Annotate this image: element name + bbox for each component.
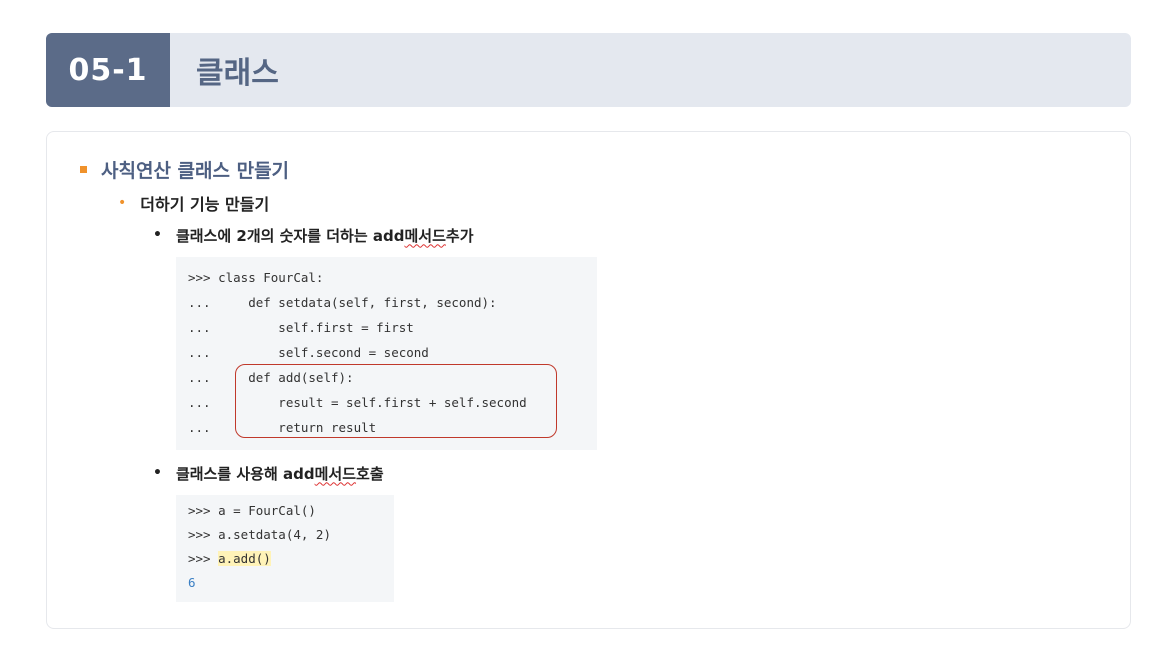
- outline-bullet-add-method: • 클래스에 2개의 숫자를 더하는 add 메서드 추가: [153, 224, 474, 246]
- bullet-text-suffix: 추가: [445, 226, 474, 245]
- highlight-box-add-method: [235, 364, 557, 438]
- code-output: 6: [188, 575, 196, 590]
- slide-header: 05-1 클래스: [46, 33, 1131, 107]
- level2-text: 더하기 기능 만들기: [140, 195, 270, 214]
- code-line: ... self.second = second: [188, 345, 429, 360]
- dot-bullet-icon: •: [153, 465, 162, 481]
- bullet-text-prefix: 클래스를 사용해 add: [175, 464, 315, 483]
- outline-level2: • 더하기 기능 만들기: [118, 191, 269, 215]
- highlighted-call: a.add(): [218, 551, 271, 566]
- code-line: ... self.first = first: [188, 320, 414, 335]
- outline-level1: 사칙연산 클래스 만들기: [80, 155, 289, 183]
- code-block-usage: >>> a = FourCal() >>> a.setdata(4, 2) >>…: [176, 495, 394, 602]
- bullet-text-prefix: 클래스에 2개의 숫자를 더하는 add: [175, 226, 405, 245]
- code-line: >>> a = FourCal(): [188, 503, 316, 518]
- level1-text: 사칙연산 클래스 만들기: [101, 159, 290, 182]
- outline-bullet-call-method: • 클래스를 사용해 add 메서드 호출: [153, 462, 384, 484]
- code-line: >>> class FourCal:: [188, 270, 324, 285]
- bullet-text-suffix: 호출: [356, 464, 384, 483]
- prompt: >>>: [188, 551, 219, 566]
- spellcheck-word: 메서드: [404, 226, 446, 245]
- dot-bullet-icon: •: [118, 195, 127, 211]
- section-title: 클래스: [196, 56, 279, 91]
- dot-bullet-icon: •: [153, 227, 162, 243]
- code-line: >>> a.setdata(4, 2): [188, 527, 331, 542]
- code-line: >>> a.add(): [188, 548, 271, 570]
- section-number: 05-1: [46, 33, 170, 107]
- square-bullet-icon: [80, 165, 87, 173]
- spellcheck-word: 메서드: [314, 464, 357, 483]
- code-line: ... def setdata(self, first, second):: [188, 295, 497, 310]
